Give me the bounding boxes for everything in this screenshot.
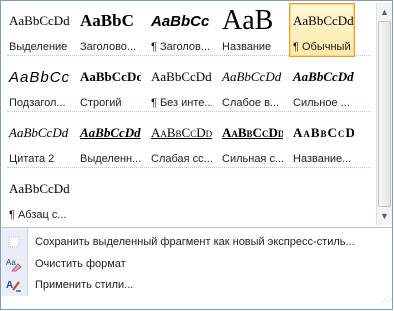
style-label: Цитата 2	[9, 153, 55, 165]
style-grid: AaBbCcDd Выделение AaBbC Заголово... AaBbCc ¶…	[3, 3, 375, 227]
gallery-scrollbar[interactable]: ▲ ▼	[376, 3, 392, 225]
resize-grip-icon[interactable]: ⋰⋰	[380, 299, 393, 307]
style-tile[interactable]: AaBbCcDd ¶ Абзац с...	[5, 171, 71, 225]
style-tile[interactable]: AaBbCcDd Сильная с...	[218, 115, 284, 169]
style-tile[interactable]: AaBbCcDd Сильное ...	[289, 59, 355, 113]
style-tile[interactable]: AaBbCcDd Строгий	[76, 59, 142, 113]
style-tile[interactable]: AaBbCc ¶ Заголов...	[147, 3, 213, 57]
styles-command-menu: Сохранить выделенный фрагмент как новый …	[1, 227, 392, 296]
style-preview: AaBbCcDd	[9, 181, 70, 196]
style-preview: AaB	[222, 5, 274, 36]
style-label: ¶ Обычный	[293, 41, 351, 53]
style-tile[interactable]: AaBbC Заголово...	[76, 3, 142, 57]
svg-text:Aa: Aa	[6, 258, 16, 267]
save-style-icon	[5, 234, 23, 250]
scrollbar-thumb[interactable]	[378, 21, 391, 207]
style-tile[interactable]: AaBbCcDd Слабое в...	[218, 59, 284, 113]
apply-styles-label: Применить стили...	[35, 279, 134, 291]
style-label: Слабое в...	[222, 97, 280, 109]
style-label: Выделенн...	[80, 153, 141, 165]
style-label: Сильное ...	[293, 97, 350, 109]
style-preview: AaBbCcDd	[9, 13, 70, 28]
style-label: Сильная с...	[222, 153, 283, 165]
quick-styles-gallery: AaBbCcDd Выделение AaBbC Заголово... AaBbCc ¶…	[0, 0, 393, 310]
menu-footer: ⋰⋰	[1, 297, 393, 309]
clear-formatting-label: Очистить формат	[35, 258, 126, 270]
svg-text:A: A	[6, 280, 13, 291]
style-label: Слабая сс...	[151, 153, 212, 165]
style-preview: AaBbCcDd	[151, 125, 212, 140]
style-label: Выделение	[9, 41, 68, 53]
style-tile[interactable]: AaBbCcDd Выделенн...	[76, 115, 142, 169]
style-label: ¶ Абзац с...	[9, 209, 67, 221]
style-label: Строгий	[80, 97, 122, 109]
style-preview: AaBbCcDd	[151, 69, 212, 84]
style-tile[interactable]: AaBbCc. Подзагол...	[5, 59, 71, 113]
style-label: Название...	[293, 153, 352, 165]
apply-styles-menu-item[interactable]: A Применить стили...	[1, 275, 392, 295]
style-tile[interactable]: AaBbCcDd Слабая сс...	[147, 115, 213, 169]
style-tile[interactable]: AaBbCcDd Цитата 2	[5, 115, 71, 169]
style-preview: AaBbC	[80, 11, 134, 30]
style-tile[interactable]: AaBbCcDd ¶ Обычный	[289, 3, 355, 57]
style-label: ¶ Заголов...	[151, 41, 211, 53]
style-label: Название	[222, 41, 272, 53]
style-preview: AaBbCc.	[9, 68, 70, 86]
style-label: Подзагол...	[9, 97, 66, 109]
style-tile[interactable]: AaBbCcDd ¶ Без инте...	[147, 59, 213, 113]
clear-formatting-menu-item[interactable]: Aa Очистить формат	[1, 254, 392, 274]
style-label: Заголово...	[80, 41, 137, 53]
save-quick-style-label: Сохранить выделенный фрагмент как новый …	[35, 236, 355, 248]
style-preview: AaBbCcDd	[293, 125, 354, 140]
style-preview: AaBbCcDd	[9, 125, 69, 140]
style-preview: AaBbCcDd	[222, 125, 283, 140]
style-preview: AaBbCcDd	[222, 69, 282, 84]
style-tile[interactable]: AaBbCcDd Название...	[289, 115, 355, 169]
style-preview: AaBbCcDd	[80, 69, 141, 84]
style-preview: AaBbCc	[151, 12, 210, 30]
scroll-up-arrow-icon[interactable]: ▲	[378, 5, 391, 19]
scroll-down-arrow-icon[interactable]: ▼	[378, 209, 391, 223]
save-quick-style-menu-item[interactable]: Сохранить выделенный фрагмент как новый …	[1, 232, 392, 252]
style-preview: AaBbCcDd	[293, 69, 354, 84]
clear-formatting-icon: Aa	[5, 256, 23, 272]
style-preview: AaBbCcDd	[80, 125, 141, 140]
apply-styles-icon: A	[5, 277, 23, 293]
style-tile[interactable]: AaBbCcDd Выделение	[5, 3, 71, 57]
style-tile[interactable]: AaB Название	[218, 3, 284, 57]
style-preview: AaBbCcDd	[293, 13, 354, 28]
style-label: ¶ Без инте...	[151, 97, 212, 109]
